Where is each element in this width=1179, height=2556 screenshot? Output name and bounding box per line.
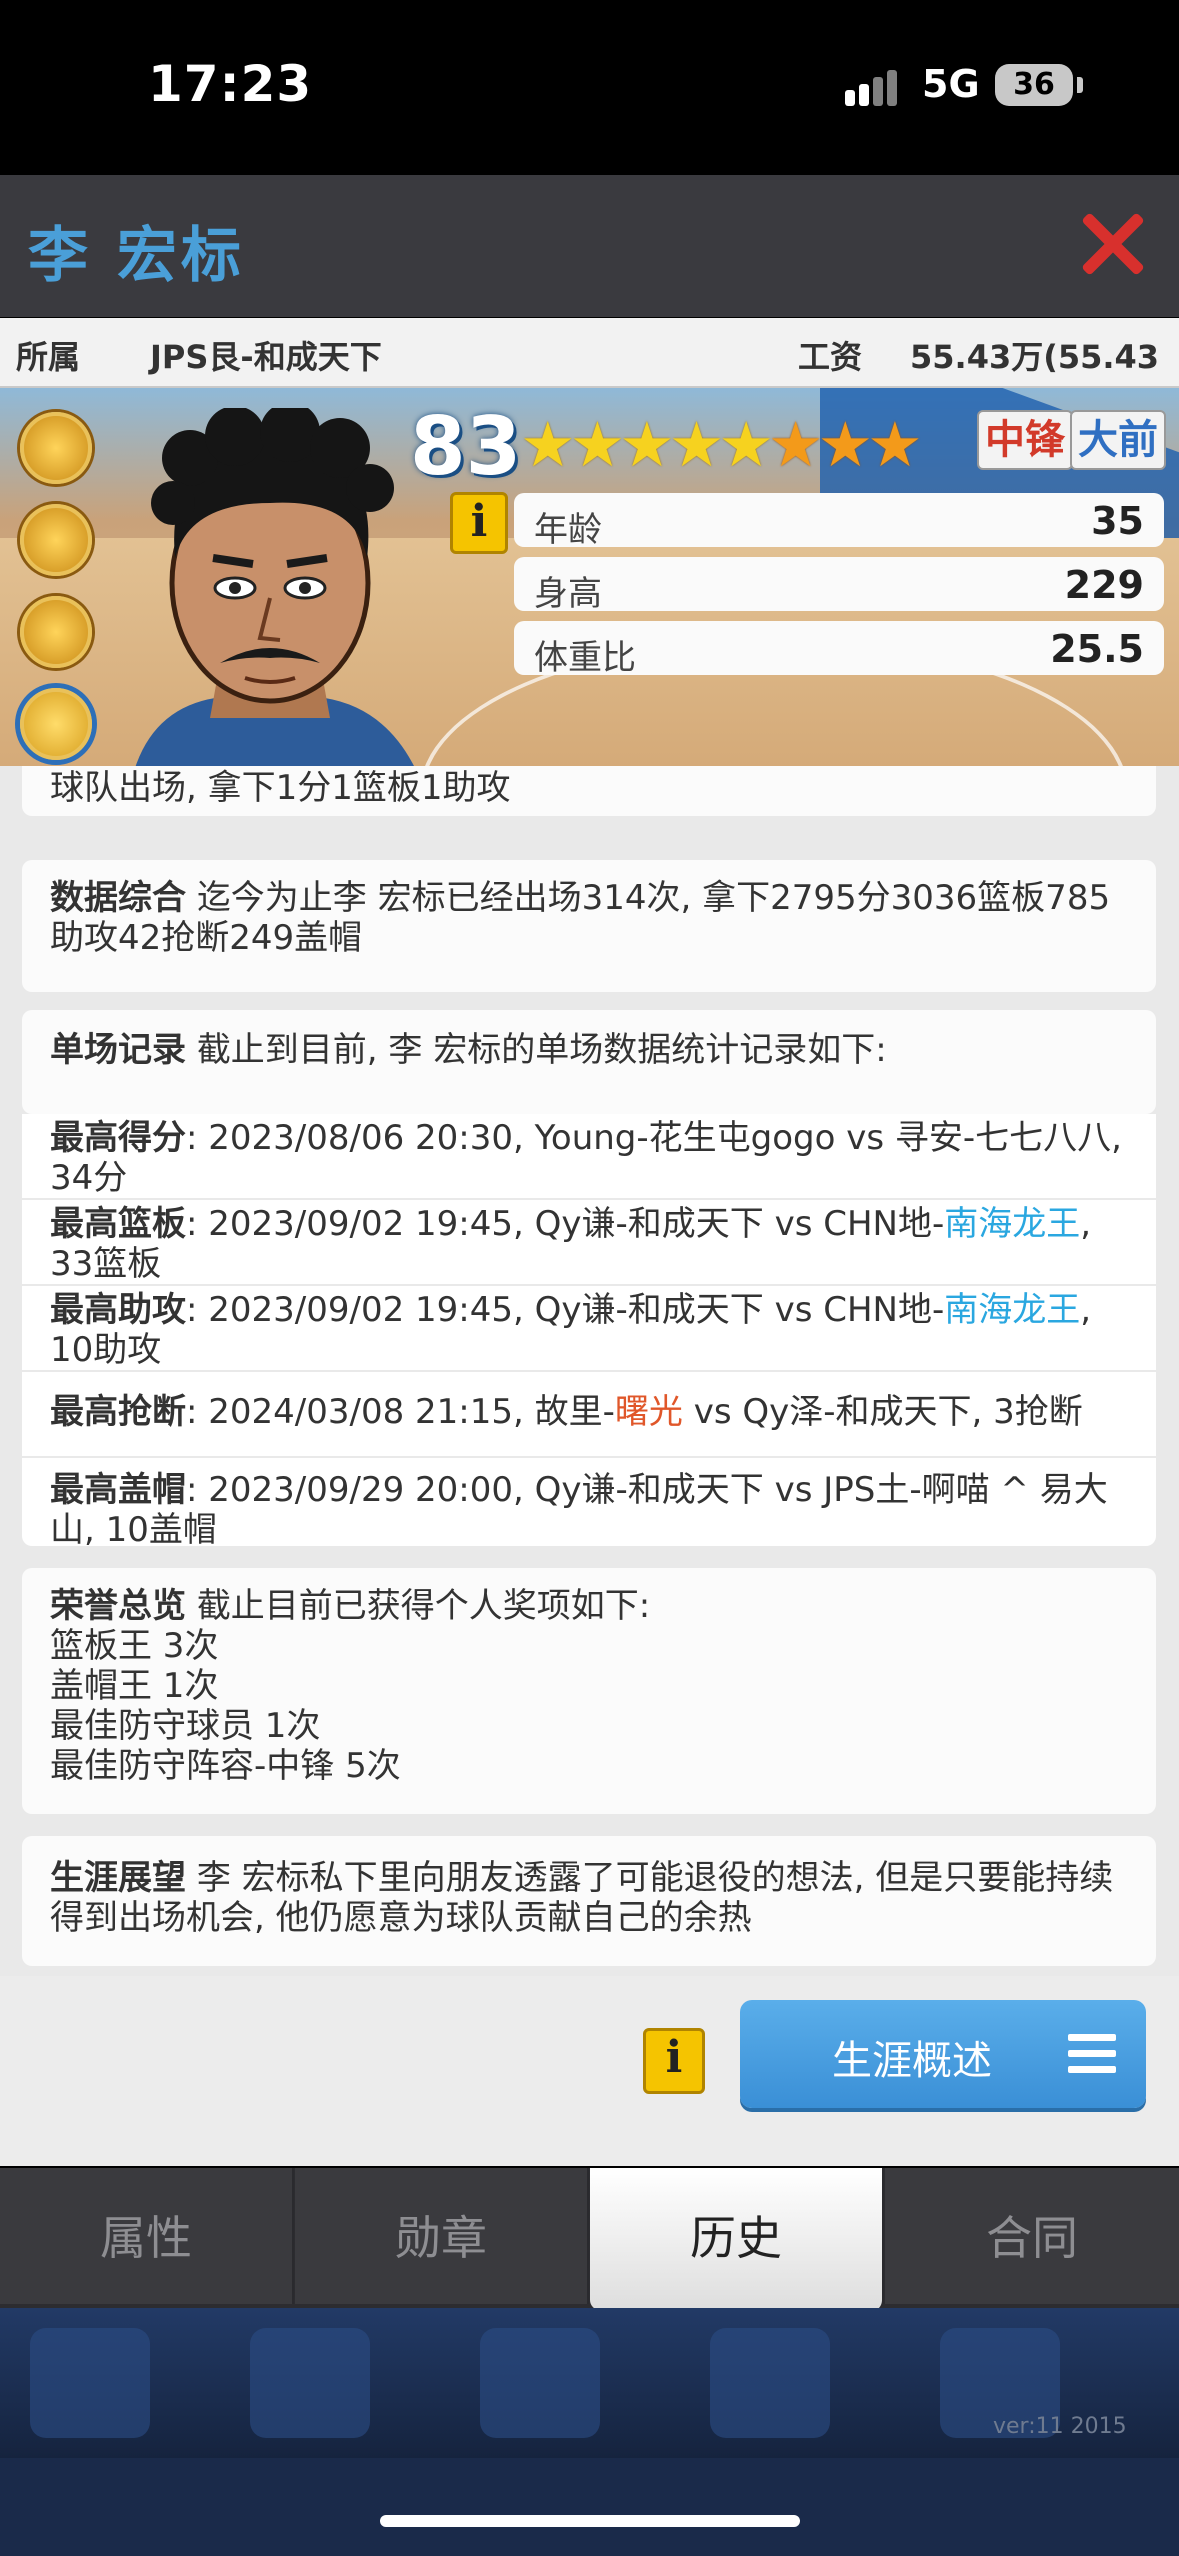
honors-title: 荣誉总览 (50, 1586, 186, 1626)
honor-item: 最佳防守阵容-中锋 5次 (50, 1746, 401, 1786)
outlook-text: 李 宏标私下里向朋友透露了可能退役的想法, 但是只要能持续得到出场机会, 他仍愿… (50, 1858, 1114, 1938)
status-time: 17:23 (148, 55, 313, 113)
nav-court-icon (480, 2328, 600, 2438)
honor-item: 篮板王 3次 (50, 1626, 219, 1666)
record-row: 最高篮板: 2023/09/02 19:45, Qy谦-和成天下 vs CHN地… (22, 1200, 1156, 1284)
partial-record-card: 球队出场, 拿下1分1篮板1助攻 (22, 766, 1156, 816)
history-content[interactable]: 球队出场, 拿下1分1篮板1助攻 数据综合 迄今为止李 宏标已经出场314次, … (0, 766, 1179, 1976)
player-avatar (135, 408, 414, 766)
menu-icon (1068, 2034, 1116, 2074)
single-game-title: 单场记录 (50, 1030, 186, 1070)
tab-medals[interactable]: 勋章 (295, 2168, 589, 2304)
skill-badge-icon[interactable] (20, 412, 92, 484)
stat-row-age: 年龄 35 (514, 493, 1164, 550)
tab-history[interactable]: 历史 (590, 2168, 884, 2310)
honors-card: 荣誉总览 截止目前已获得个人奖项如下: 篮板王 3次 盖帽王 1次 最佳防守球员… (22, 1568, 1156, 1814)
lightning-badge-icon[interactable] (20, 504, 92, 576)
career-overview-button[interactable]: 生涯概述 (740, 2000, 1146, 2108)
honors-text: 截止目前已获得个人奖项如下: (196, 1586, 651, 1626)
affiliation-label: 所属 (16, 338, 81, 376)
network-type: 5G (922, 62, 980, 106)
info-icon[interactable]: i (643, 2028, 705, 2094)
nav-store-icon (250, 2328, 370, 2438)
orange-stars: ★★★ (767, 408, 923, 481)
affiliation-bar: 所属 JPS艮-和成天下 工资 55.43万(55.43万) (0, 318, 1179, 422)
nav-star-icon (30, 2328, 150, 2438)
summary-card: 数据综合 迄今为止李 宏标已经出场314次, 拿下2795分3036篮板785助… (22, 860, 1156, 992)
player-info-icon[interactable]: i (450, 492, 508, 554)
tab-contract[interactable]: 合同 (885, 2168, 1179, 2304)
honor-item: 最佳防守球员 1次 (50, 1706, 321, 1746)
home-indicator[interactable] (380, 2515, 800, 2527)
honor-item: 盖帽王 1次 (50, 1666, 219, 1706)
overall-rating: 83 (410, 400, 522, 493)
defense-badge-icon[interactable] (20, 688, 92, 760)
gold-stars: ★★★★★ (520, 408, 774, 481)
strength-badge-icon[interactable] (20, 596, 92, 668)
single-game-card: 单场记录 截止到目前, 李 宏标的单场数据统计记录如下: (22, 1010, 1156, 1114)
salary-label: 工资 (798, 338, 863, 376)
single-game-text: 截止到目前, 李 宏标的单场数据统计记录如下: (196, 1030, 887, 1070)
record-row: 最高抢断: 2024/03/08 21:15, 故里-曙光 vs Qy泽-和成天… (22, 1372, 1156, 1456)
star-rating: ★★★★★★★★ (520, 408, 923, 481)
position-badge-center: 中锋 (977, 410, 1073, 470)
summary-text: 迄今为止李 宏标已经出场314次, 拿下2795分3036篮板785助攻42抢断… (50, 878, 1111, 958)
record-row: 最高助攻: 2023/09/02 19:45, Qy谦-和成天下 vs CHN地… (22, 1286, 1156, 1370)
version-text: ver:11 2015 (993, 2414, 1127, 2439)
tab-attributes[interactable]: 属性 (0, 2168, 294, 2304)
career-overview-label: 生涯概述 (832, 2038, 992, 2084)
nav-team-icon (710, 2328, 830, 2438)
team-name: JPS艮-和成天下 (150, 338, 382, 376)
close-icon[interactable] (1080, 210, 1146, 276)
battery-tip (1077, 77, 1083, 93)
stat-row-height: 身高 229 (514, 557, 1164, 614)
signal-icon (845, 70, 905, 106)
player-name-title: 李 宏标 (28, 221, 245, 291)
battery-icon: 36 (995, 64, 1073, 106)
record-row: 最高盖帽: 2023/09/29 20:00, Qy谦-和成天下 vs JPS土… (22, 1458, 1156, 1550)
outlook-card: 生涯展望 李 宏标私下里向朋友透露了可能退役的想法, 但是只要能持续得到出场机会… (22, 1836, 1156, 1966)
record-row: 最高得分: 2023/08/06 20:30, Young-花生屯gogo vs… (22, 1114, 1156, 1198)
summary-title: 数据综合 (50, 878, 186, 918)
stat-row-weight-ratio: 体重比 25.5 (514, 621, 1164, 678)
status-bar: 17:23 5G 36 (0, 0, 1179, 175)
title-bar: 李 宏标 (0, 175, 1179, 317)
outlook-title: 生涯展望 (50, 1858, 186, 1898)
position-badge-pf: 大前 (1070, 410, 1166, 470)
